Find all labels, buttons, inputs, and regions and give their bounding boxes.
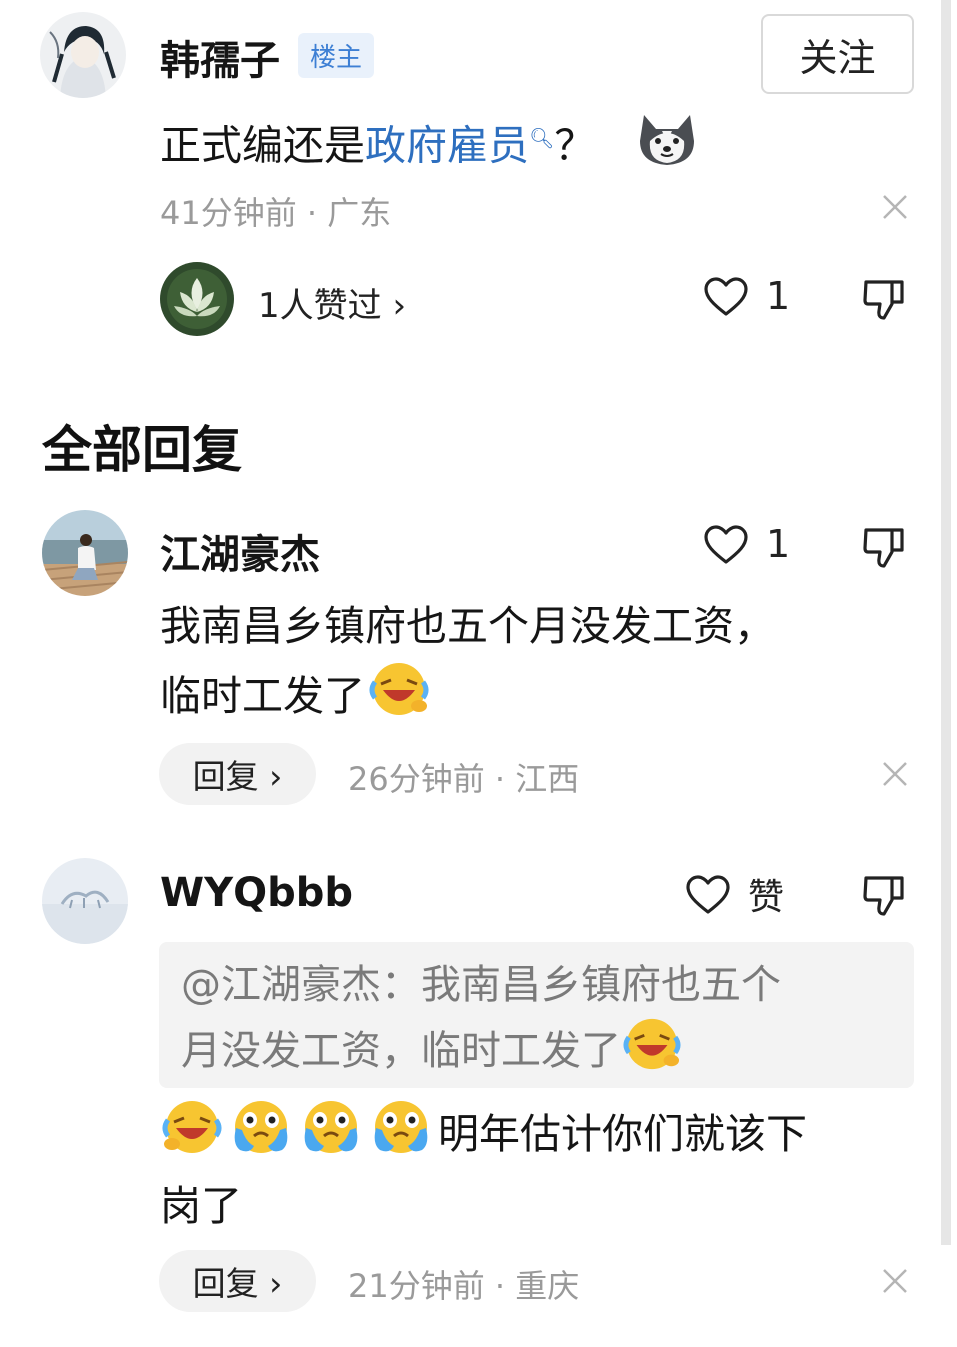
op-meta: 41分钟前 · 广东	[160, 194, 392, 232]
reply1-line2-wrap: 临时工发了	[160, 660, 431, 738]
op-text-after: ？	[554, 121, 596, 170]
op-comment-text: 正式编还是政府雇员🔍︎？	[160, 104, 698, 187]
reply1-line1: 我南昌乡镇府也五个月没发工资，	[160, 602, 775, 650]
section-title: 全部回复	[42, 421, 242, 479]
crying-emoji	[298, 1098, 364, 1176]
reply-button[interactable]: 回复 ›	[159, 1250, 316, 1312]
thumb-down-icon[interactable]	[862, 872, 906, 918]
close-icon[interactable]	[880, 759, 910, 789]
reply2-username[interactable]: WYQbbb	[160, 870, 353, 916]
close-icon[interactable]	[880, 1266, 910, 1296]
reply2-line2: 岗了	[160, 1182, 242, 1230]
reply1-username[interactable]: 江湖豪杰	[160, 522, 320, 580]
husky-sticker	[636, 111, 698, 187]
op-badge: 楼主	[298, 33, 375, 78]
op-text-before: 正式编还是	[160, 121, 365, 170]
search-link[interactable]: 政府雇员	[365, 122, 529, 170]
quote-line2-wrap: 月没发工资，临时工发了	[181, 1016, 683, 1090]
heart-outline-icon[interactable]	[685, 874, 731, 916]
search-small-icon[interactable]: 🔍︎	[529, 126, 554, 150]
heart-outline-icon[interactable]	[703, 524, 749, 566]
quote-line1: @江湖豪杰：我南昌乡镇府也五个	[181, 962, 781, 1008]
op-avatar[interactable]	[40, 12, 126, 98]
quote-line2: 月没发工资，临时工发了	[181, 1028, 621, 1074]
quoted-reply[interactable]: @江湖豪杰：我南昌乡镇府也五个 月没发工资，临时工发了	[159, 942, 914, 1088]
thumb-down-icon[interactable]	[862, 524, 906, 570]
follow-button[interactable]: 关注	[761, 14, 914, 94]
crying-emoji	[368, 1098, 434, 1176]
op-username[interactable]: 韩孺子	[160, 28, 280, 86]
scrollbar[interactable]	[941, 0, 951, 1245]
reply1-meta: 26分钟前 · 江西	[348, 760, 580, 798]
laughing-emoji	[367, 660, 431, 738]
reply2-meta: 21分钟前 · 重庆	[348, 1267, 580, 1305]
reply1-line2: 临时工发了	[160, 672, 365, 720]
reply2-line1: 明年估计你们就该下	[438, 1110, 807, 1158]
laughing-emoji	[621, 1016, 683, 1090]
reply2-avatar[interactable]	[42, 858, 128, 944]
crying-emoji	[228, 1098, 294, 1176]
reply1-avatar[interactable]	[42, 510, 128, 596]
close-icon[interactable]	[880, 192, 910, 222]
op-like-count: 1	[766, 274, 791, 318]
reply2-line1-wrap: 明年估计你们就该下	[160, 1098, 807, 1176]
reply1-like-count: 1	[766, 522, 791, 566]
heart-outline-icon[interactable]	[703, 276, 749, 318]
liked-by-link[interactable]: 1人赞过 ›	[258, 278, 406, 327]
laughing-emoji	[160, 1098, 224, 1176]
reply2-like-label[interactable]: 赞	[748, 868, 784, 920]
reply-button[interactable]: 回复 ›	[159, 743, 316, 805]
liker-avatar[interactable]	[160, 262, 234, 336]
thumb-down-icon[interactable]	[862, 276, 906, 322]
